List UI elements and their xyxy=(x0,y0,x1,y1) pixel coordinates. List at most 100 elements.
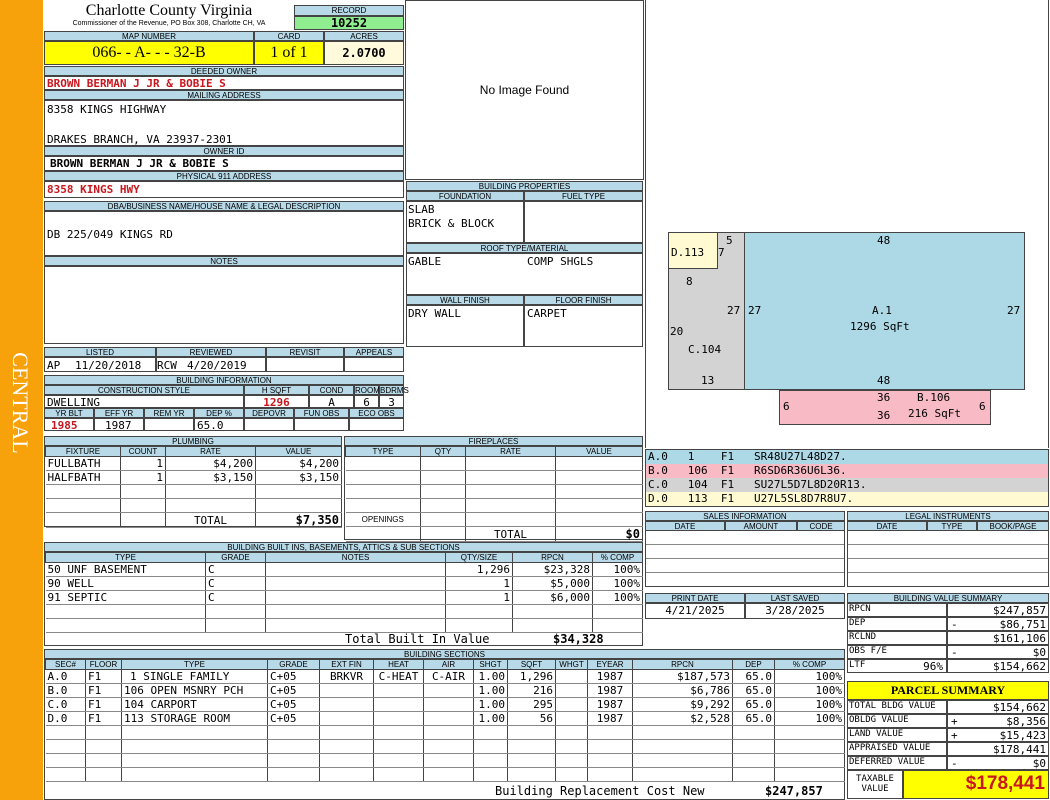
rate: $4,200 xyxy=(165,456,256,471)
ps-obldg-cell: + $8,356 xyxy=(947,714,1049,728)
sales-divider xyxy=(646,572,844,573)
dep-label: DEP xyxy=(847,617,947,631)
building-value-summary: BUILDING VALUE SUMMARY RPCN $247,857 DEP… xyxy=(847,593,1049,674)
plumbing-row: FULLBATH 1 $4,200 $4,200 xyxy=(45,456,342,471)
building-props-label: BUILDING PROPERTIES xyxy=(406,181,643,191)
listed-cell: AP 11/20/2018 xyxy=(44,357,156,372)
dim-8: 8 xyxy=(686,275,693,288)
ps-deferred-sign: - xyxy=(951,757,958,770)
fuel-label: FUEL TYPE xyxy=(524,191,643,201)
plumbing-row xyxy=(45,498,342,513)
plumbing-label: PLUMBING xyxy=(44,436,342,446)
card-label: CARD xyxy=(254,31,324,41)
built-in-row: 50 UNF BASEMENT C 1,296 $23,328 100% xyxy=(45,562,643,577)
sales-information: SALES INFORMATION DATE AMOUNT CODE xyxy=(645,511,845,587)
floor: F1 xyxy=(85,711,122,726)
bi-type: 91 SEPTIC xyxy=(45,590,206,605)
ltf-value: $154,662 xyxy=(947,659,1049,673)
bi-qty-col: QTY/SIZE xyxy=(445,552,513,563)
legal-divider xyxy=(848,572,1048,573)
value-col: VALUE xyxy=(255,446,342,457)
type: 113 STORAGE ROOM xyxy=(121,711,268,726)
air-col: AIR xyxy=(423,659,474,670)
obs-label: OBS F/E xyxy=(847,645,947,659)
ps-land-sign: + xyxy=(951,729,958,742)
commissioner-line: Commissioner of the Revenue, PO Box 308,… xyxy=(72,20,266,27)
grade: C+05 xyxy=(267,669,320,684)
replacement-cost-label: Building Replacement Cost New xyxy=(495,784,705,798)
plumbing-total: $7,350 xyxy=(255,512,342,528)
sqft: 295 xyxy=(507,697,556,712)
sales-date-col: DATE xyxy=(645,521,725,531)
style-col: CONSTRUCTION STYLE xyxy=(44,385,244,395)
sales-divider xyxy=(646,544,844,545)
foundation-box: SLAB BRICK & BLOCK xyxy=(406,201,524,243)
sketch-label-a: A.1 xyxy=(872,304,892,317)
bi-comp: 100% xyxy=(592,590,643,605)
mailing-line-2: DRAKES BRANCH, VA 23937-2301 xyxy=(47,133,233,146)
type: 106 OPEN MSNRY PCH xyxy=(121,683,268,698)
dim-7: 7 xyxy=(718,246,725,259)
building-sections: BUILDING SECTIONS SEC# FLOOR TYPE GRADE … xyxy=(44,649,845,800)
fireplace-openings-row: OPENINGS xyxy=(345,512,643,527)
air xyxy=(423,697,474,712)
rate: $3,150 xyxy=(165,470,256,485)
comp: 100% xyxy=(774,711,845,726)
ps-obldg-sign: + xyxy=(951,715,958,728)
deeded-owner: BROWN BERMAN J JR & BOBIE S xyxy=(44,76,404,90)
grade-col: GRADE xyxy=(267,659,320,670)
bi-qty: 1,296 xyxy=(445,562,513,577)
built-in-total: $34,328 xyxy=(553,632,604,646)
dim-36-top: 36 xyxy=(877,391,891,404)
sketch-label-b: B.106 xyxy=(917,391,951,404)
ps-appraised-label: APPRAISED VALUE xyxy=(847,742,947,756)
appeals-cell xyxy=(344,357,404,372)
deeded-owner-label: DEEDED OWNER xyxy=(44,66,404,76)
floor-col: FLOOR xyxy=(85,659,122,670)
acres-value: 2.0700 xyxy=(324,41,404,65)
parcel-summary-label: PARCEL SUMMARY xyxy=(847,681,1049,700)
fuel-box xyxy=(524,201,643,243)
dim-27-left: 27 xyxy=(727,304,741,317)
bi-qty: 1 xyxy=(445,576,513,591)
dep-col: DEP % xyxy=(194,408,244,418)
rpcn: $2,528 xyxy=(632,711,733,726)
bi-notes-col: NOTES xyxy=(265,552,446,563)
last-saved: 3/28/2025 xyxy=(745,603,845,619)
heat-col: HEAT xyxy=(373,659,424,670)
bi-grade: C xyxy=(205,590,266,605)
sketch-label-d: D.113 xyxy=(671,246,705,259)
ltf-cell: LTF 96% xyxy=(847,659,947,673)
section-row: C.0 F1 104 CARPORT C+05 1.00 295 1987 $9… xyxy=(45,697,845,712)
record-label: RECORD xyxy=(294,5,404,16)
appeals-label: APPEALS xyxy=(344,347,404,357)
air xyxy=(423,683,474,698)
hsqft-value: 1296 xyxy=(244,395,309,409)
ps-deferred-value: $0 xyxy=(1032,757,1046,770)
section-row xyxy=(45,767,845,782)
dep-cell: - $86,751 xyxy=(947,617,1049,631)
whgt xyxy=(555,697,588,712)
roof-material: COMP SHGLS xyxy=(527,255,594,268)
ps-deferred-label: DEFERRED VALUE xyxy=(847,756,947,770)
dba-box: DB 225/049 KINGS RD xyxy=(44,211,404,256)
ecoobs-col: ECO OBS xyxy=(349,408,404,418)
notes-box xyxy=(44,266,404,344)
cond-value: A xyxy=(309,395,354,409)
ps-appraised-value: $178,441 xyxy=(947,742,1049,756)
bi-comp: 100% xyxy=(592,562,643,577)
replacement-cost: $247,857 xyxy=(765,784,823,798)
yrblt-col: YR BLT xyxy=(44,408,94,418)
comp-col: % COMP xyxy=(774,659,845,670)
sqft-col: SQFT xyxy=(507,659,556,670)
sec-col: SEC# xyxy=(45,659,86,670)
plumbing-total-label: TOTAL xyxy=(165,512,256,528)
dim-20: 20 xyxy=(670,325,684,338)
shgt-col: SHGT xyxy=(473,659,508,670)
map-number-label: MAP NUMBER xyxy=(44,31,254,41)
effyr-col: EFF YR xyxy=(94,408,144,418)
last-saved-label: LAST SAVED xyxy=(745,593,845,603)
bi-rpcn: $23,328 xyxy=(512,562,593,577)
rooms-value: 6 xyxy=(354,395,379,409)
grade: C+05 xyxy=(267,683,320,698)
